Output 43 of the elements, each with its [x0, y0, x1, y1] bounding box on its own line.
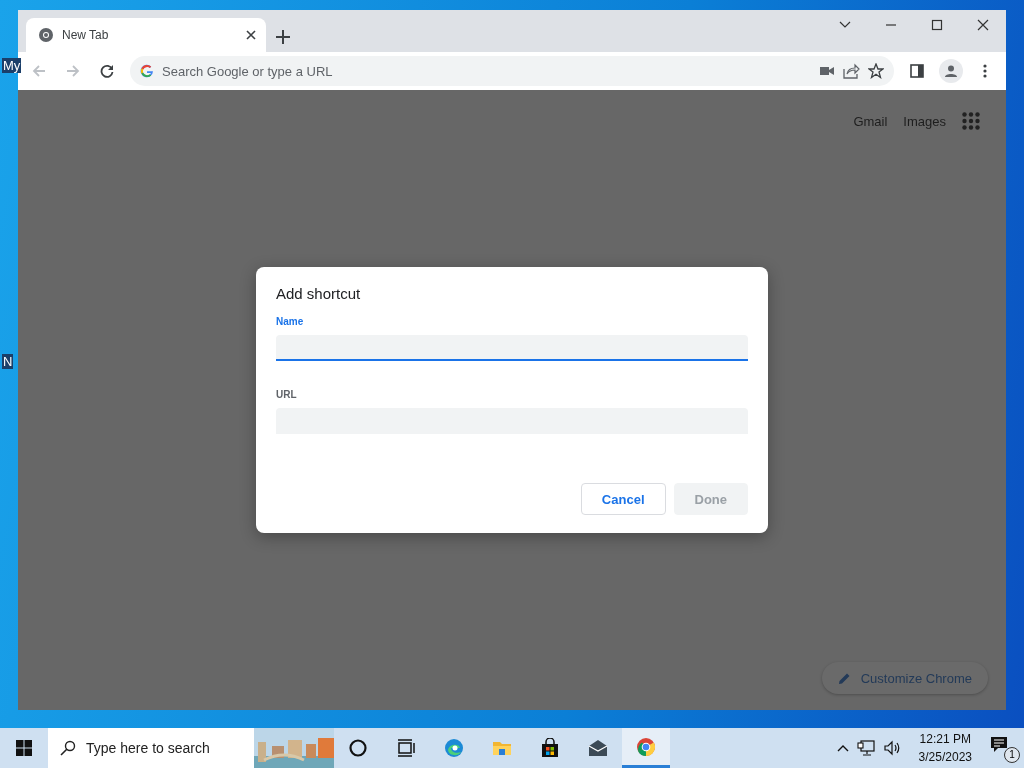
- notification-count: 1: [1004, 747, 1020, 763]
- clock-date[interactable]: 3/25/2023: [918, 748, 972, 766]
- pencil-icon: [837, 671, 851, 685]
- notification-icon[interactable]: [990, 735, 1008, 753]
- plus-icon[interactable]: [276, 30, 290, 44]
- chevron-up-icon[interactable]: [836, 744, 849, 752]
- field-label: URL: [276, 389, 298, 400]
- close-icon[interactable]: [977, 19, 989, 31]
- person-icon: [944, 64, 958, 78]
- video-camera-icon[interactable]: [820, 66, 834, 76]
- field-label: Name: [276, 316, 305, 327]
- side-panel-icon[interactable]: [910, 64, 924, 78]
- chrome-icon: [636, 736, 656, 757]
- browser-tab[interactable]: New Tab: [26, 18, 266, 52]
- shopping-bag-icon[interactable]: [540, 738, 560, 758]
- maximize-icon[interactable]: [931, 19, 943, 31]
- windows-logo-icon[interactable]: [16, 740, 32, 756]
- envelope-icon[interactable]: [588, 738, 608, 758]
- share-icon[interactable]: [842, 63, 860, 79]
- edge-icon[interactable]: [444, 738, 464, 758]
- dialog-title: Add shortcut: [276, 285, 362, 302]
- speaker-icon[interactable]: [882, 740, 901, 756]
- task-view-icon[interactable]: [396, 738, 416, 758]
- clock-time[interactable]: 12:21 PM: [919, 730, 971, 748]
- search-box[interactable]: Type here to search: [48, 728, 334, 768]
- close-icon[interactable]: [246, 30, 256, 40]
- apps-grid-icon[interactable]: [962, 112, 980, 130]
- chrome-icon: [38, 27, 54, 43]
- desktop-icon-label[interactable]: N: [2, 354, 14, 369]
- google-g-icon: [140, 64, 154, 78]
- input-field[interactable]: [276, 335, 748, 361]
- search-field[interactable]: Type here to search: [86, 733, 236, 763]
- circle-icon[interactable]: [348, 738, 368, 758]
- address-bar[interactable]: Search Google or type a URL: [130, 56, 894, 86]
- network-icon[interactable]: [856, 740, 875, 756]
- profile-avatar[interactable]: [939, 59, 963, 83]
- taskbar-app-button[interactable]: [622, 728, 670, 768]
- reload-icon[interactable]: [100, 64, 114, 78]
- more-menu-icon[interactable]: [983, 64, 987, 78]
- search-icon: [60, 740, 76, 756]
- star-icon[interactable]: [868, 63, 884, 79]
- desktop-icon-label[interactable]: My: [2, 58, 22, 73]
- cancel-button[interactable]: Cancel: [580, 483, 666, 515]
